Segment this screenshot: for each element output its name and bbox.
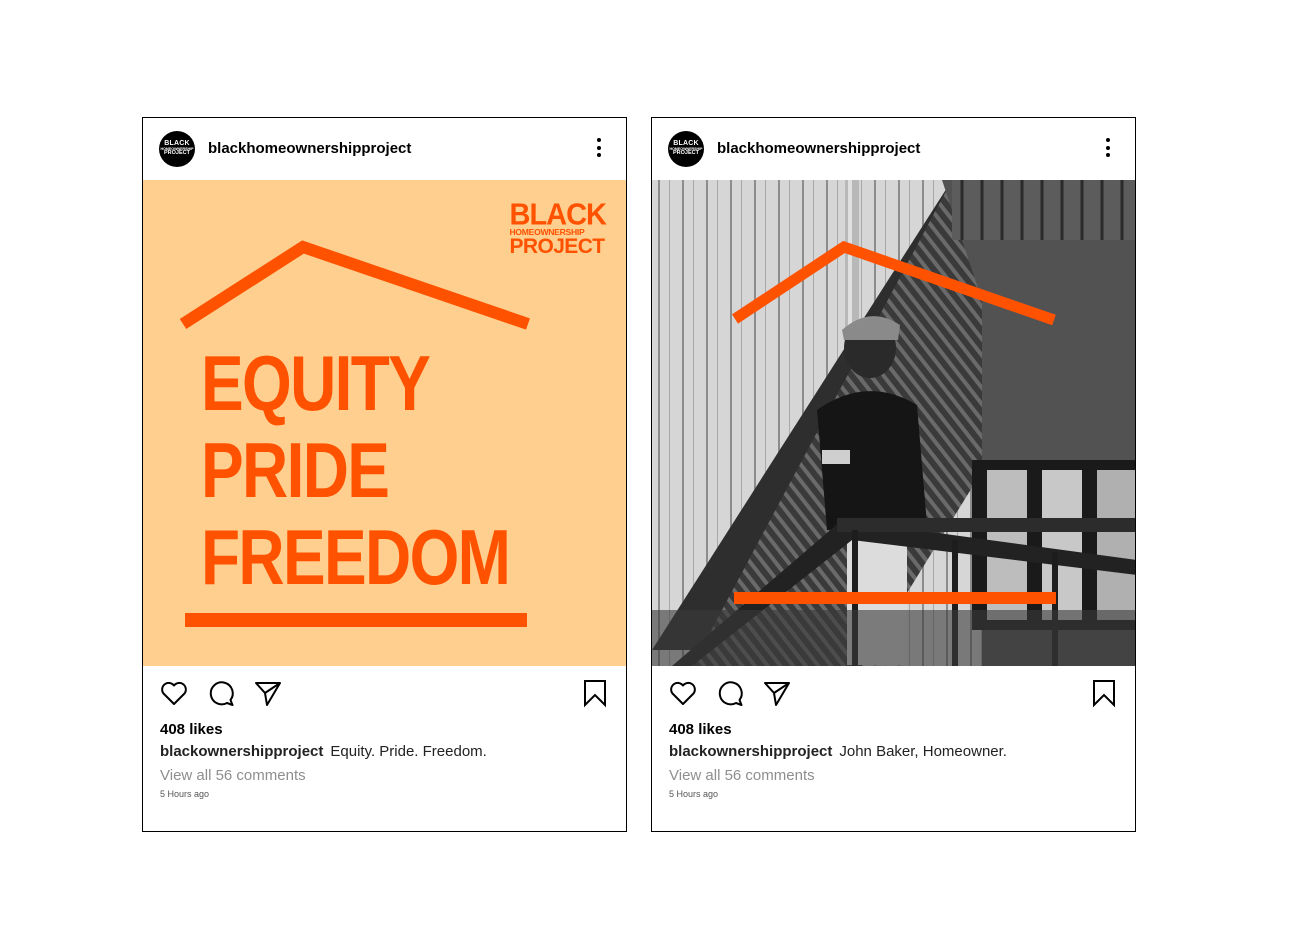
a-frame-cabin-photo — [652, 180, 1135, 666]
post-header: BLACK HOMEOWNERSHIP PROJECT blackhomeown… — [143, 118, 626, 180]
brand-logo: BLACK HOMEOWNERSHIP PROJECT — [509, 198, 607, 258]
headline-line: EQUITY — [201, 339, 431, 427]
heart-icon[interactable] — [668, 678, 698, 708]
post-image[interactable]: BLACK HOMEOWNERSHIP PROJECT EQUITY PRIDE… — [143, 180, 626, 666]
post-actions — [652, 666, 1135, 726]
comment-icon[interactable] — [206, 678, 236, 708]
view-comments-link[interactable]: View all 56 comments — [160, 767, 306, 784]
post-username[interactable]: blackhomeownershipproject — [208, 140, 411, 157]
like-count[interactable]: 408 likes — [160, 721, 223, 738]
comment-icon[interactable] — [715, 678, 745, 708]
avatar[interactable]: BLACK HOMEOWNERSHIP PROJECT — [668, 131, 704, 167]
headline-line: PRIDE — [201, 426, 390, 514]
heart-icon[interactable] — [159, 678, 189, 708]
more-vertical-icon[interactable] — [1103, 138, 1113, 160]
instagram-post: BLACK HOMEOWNERSHIP PROJECT blackhomeown… — [651, 117, 1136, 832]
headline-line: FREEDOM — [201, 513, 511, 601]
caption: blackownershipproject Equity. Pride. Free… — [160, 743, 487, 760]
headline: EQUITY PRIDE FREEDOM — [201, 340, 577, 601]
post-image[interactable] — [652, 180, 1135, 666]
post-username[interactable]: blackhomeownershipproject — [717, 140, 920, 157]
caption-text: Equity. Pride. Freedom. — [330, 743, 487, 760]
send-icon[interactable] — [762, 678, 792, 708]
like-count[interactable]: 408 likes — [669, 721, 732, 738]
view-comments-link[interactable]: View all 56 comments — [669, 767, 815, 784]
post-header: BLACK HOMEOWNERSHIP PROJECT blackhomeown… — [652, 118, 1135, 180]
bookmark-icon[interactable] — [1089, 678, 1119, 708]
caption: blackownershipproject John Baker, Homeown… — [669, 743, 1007, 760]
caption-username[interactable]: blackownershipproject — [669, 743, 832, 760]
caption-username[interactable]: blackownershipproject — [160, 743, 323, 760]
avatar[interactable]: BLACK HOMEOWNERSHIP PROJECT — [159, 131, 195, 167]
post-timestamp: 5 Hours ago — [669, 789, 719, 799]
post-actions — [143, 666, 626, 726]
more-vertical-icon[interactable] — [594, 138, 604, 160]
post-timestamp: 5 Hours ago — [160, 789, 210, 799]
send-icon[interactable] — [253, 678, 283, 708]
caption-text: John Baker, Homeowner. — [839, 743, 1007, 760]
instagram-post: BLACK HOMEOWNERSHIP PROJECT blackhomeown… — [142, 117, 627, 832]
bookmark-icon[interactable] — [580, 678, 610, 708]
